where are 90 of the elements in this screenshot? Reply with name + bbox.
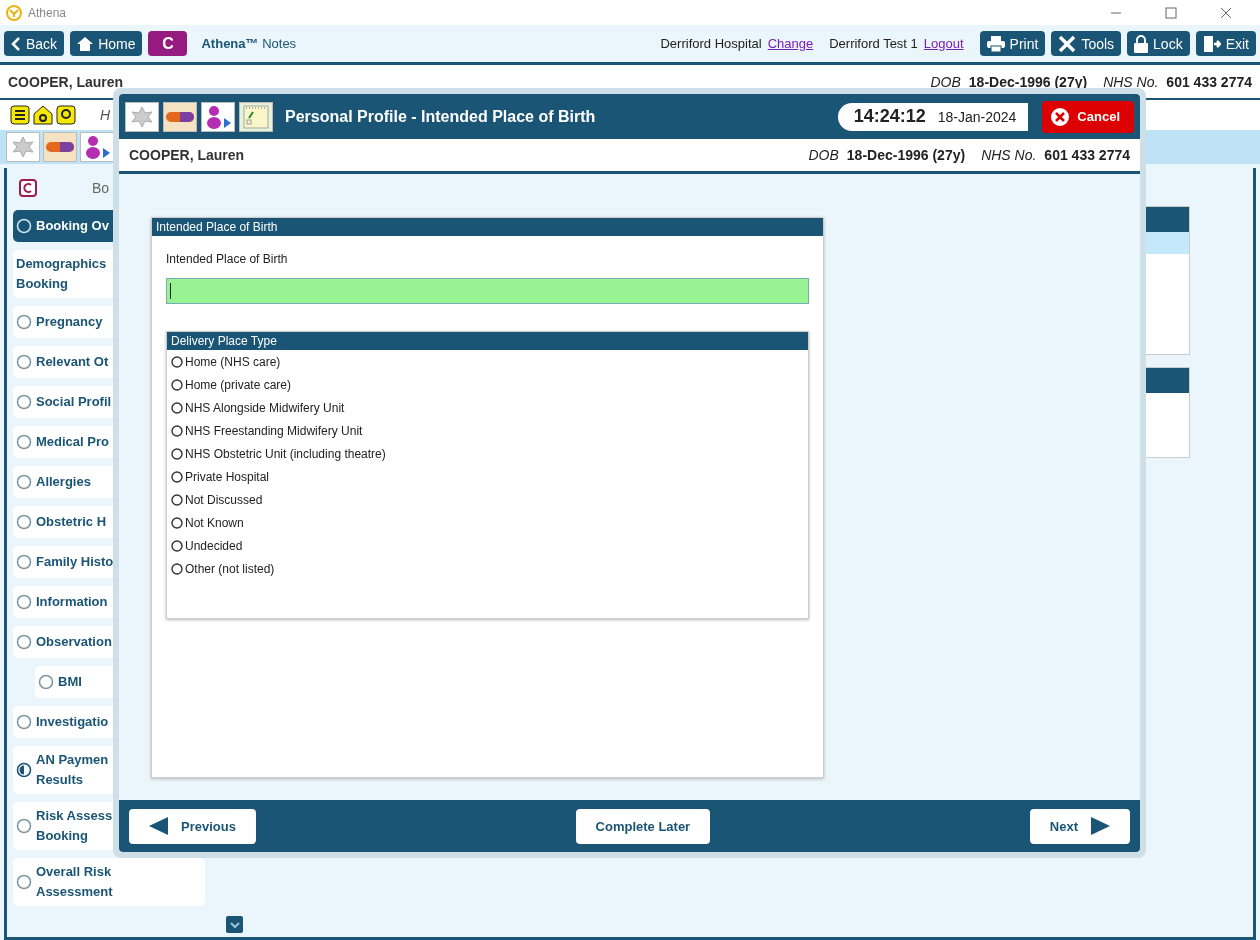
user-name: Derriford Test 1 [829,36,918,51]
radio-button[interactable] [171,355,183,368]
capsule-icon [165,109,195,124]
tool-button[interactable] [163,101,197,132]
printer-icon [986,35,1005,52]
radio-button[interactable] [171,493,183,506]
help-list-icon[interactable] [10,105,30,125]
person-arrow-icon [83,134,111,160]
status-circle-icon [16,594,32,610]
home-icon [77,36,94,51]
radio-button[interactable] [171,470,183,483]
radio-button[interactable] [171,424,183,437]
help-house-icon[interactable] [33,105,53,125]
radio-button[interactable] [171,401,183,414]
nhs-label: NHS No. [981,147,1037,163]
app-logo-icon [6,4,22,21]
triangle-right-icon [1090,817,1110,835]
dob-label: DOB [808,147,839,163]
flower-icon [9,135,37,159]
status-circle-icon [16,314,32,330]
status-circle-icon [16,434,32,450]
status-circle-icon [16,394,32,410]
change-link[interactable]: Change [767,36,814,51]
tools-icon [1058,34,1077,53]
scroll-down-button[interactable] [226,916,243,933]
nhs-value: 601 433 2774 [1044,147,1130,163]
status-circle-icon [16,818,32,834]
radio-button[interactable] [171,562,183,575]
help-row-text: H [100,107,111,123]
exit-button[interactable]: Exit [1195,31,1256,56]
radio-button[interactable] [171,516,183,529]
clock-display: 14:24:12 18-Jan-2024 [837,102,1029,131]
c-badge-icon [19,179,37,197]
c-button[interactable]: C [148,31,188,56]
back-button[interactable]: Back [4,31,65,56]
next-button[interactable]: Next [1029,808,1130,844]
group-title: Delivery Place Type [167,332,808,350]
half-filled-circle-icon [16,762,32,778]
app-brand: Athena™ Notes [201,36,297,51]
status-circle-icon [16,514,32,530]
help-icon[interactable] [56,105,76,125]
chevron-left-icon [11,36,21,51]
status-circle-icon [16,634,32,650]
tool-button[interactable] [43,132,77,162]
tool-button[interactable] [125,101,159,132]
complete-later-button[interactable]: Complete Later [575,808,711,844]
chevron-down-icon [229,920,240,929]
sidebar-item[interactable]: Overall Risk Assessment [13,858,205,906]
dob-label: DOB [930,73,961,90]
home-button[interactable]: Home [70,31,143,56]
person-arrow-icon [204,103,232,130]
status-circle-icon [16,554,32,570]
lock-button[interactable]: Lock [1127,31,1190,56]
status-circle-icon [16,354,32,370]
tool-button[interactable] [80,132,114,162]
hospital-name: Derriford Hospital [660,36,762,51]
status-circle-icon [16,874,32,890]
flower-icon [128,104,156,129]
nhs-value: 601 433 2774 [1166,73,1252,90]
status-circle-icon [16,714,32,730]
input-field[interactable] [166,278,809,304]
logout-link[interactable]: Logout [923,36,964,51]
radio-button[interactable] [171,378,183,391]
radio-button[interactable] [171,539,183,552]
close-icon[interactable] [1220,6,1232,19]
patient-name: COOPER, Lauren [8,73,124,90]
cancel-button[interactable]: Cancel [1042,100,1134,133]
capsule-icon [45,140,75,154]
maximize-icon[interactable] [1165,6,1177,19]
triangle-left-icon [149,817,169,835]
exit-icon [1202,34,1221,53]
dialog-title: Personal Profile - Intended Place of Birth [285,107,596,126]
patient-name: COOPER, Lauren [129,147,245,163]
nhs-label: NHS No. [1103,73,1159,90]
close-circle-icon [1050,106,1071,127]
dob-value: 18-Dec-1996 (27y) [846,147,966,163]
tools-button[interactable]: Tools [1051,31,1122,56]
notepad-icon [242,103,270,130]
previous-button[interactable]: Previous [129,808,256,844]
lock-icon [1134,34,1149,53]
window-title: Athena [28,5,67,20]
radio-button[interactable] [171,447,183,460]
status-circle-icon [16,218,32,234]
sidebar-heading: Bo [92,180,110,196]
status-circle-icon [16,474,32,490]
section-title: Intended Place of Birth [152,218,823,236]
print-button[interactable]: Print [979,31,1046,56]
tool-button[interactable] [239,101,273,132]
status-circle-icon [38,674,54,690]
tool-button[interactable] [201,101,235,132]
